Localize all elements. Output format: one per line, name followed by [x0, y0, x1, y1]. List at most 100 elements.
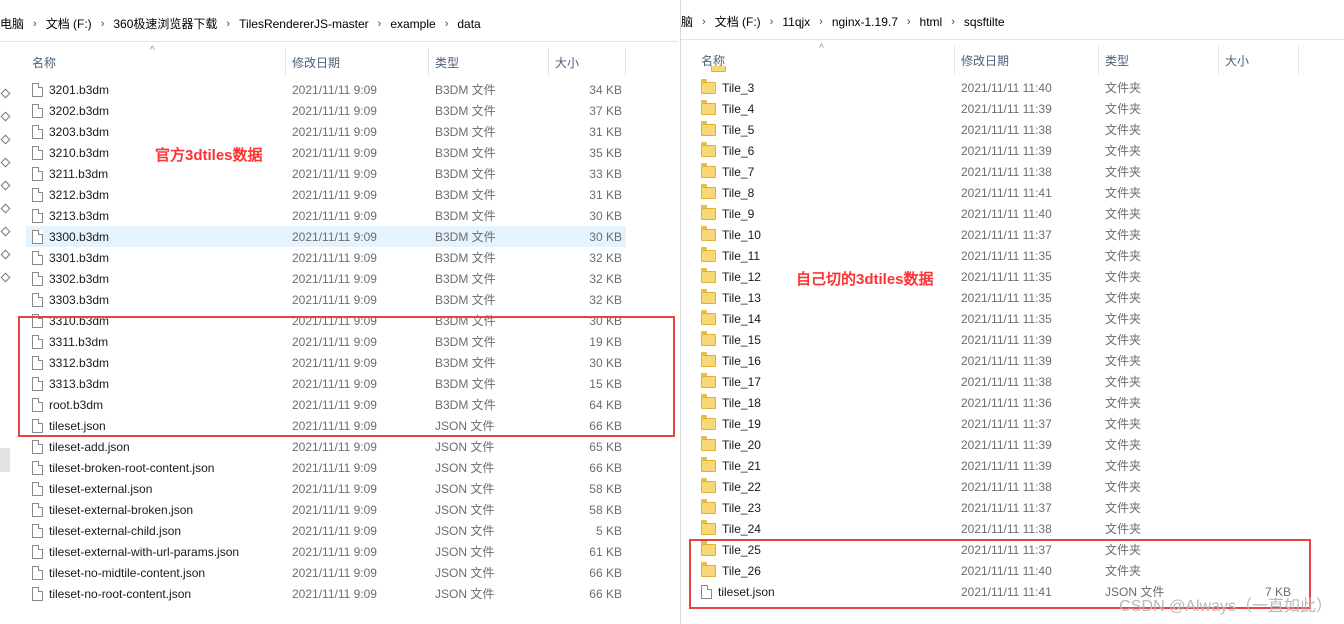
scrollbar-thumb[interactable] — [0, 448, 10, 472]
file-row[interactable]: Tile_6 2021/11/11 11:39 文件夹 — [695, 140, 1295, 161]
column-size[interactable]: 大小 — [549, 48, 626, 76]
chevron-right-icon[interactable]: › — [702, 16, 706, 28]
chevron-right-icon[interactable]: › — [445, 18, 449, 30]
breadcrumb-item[interactable]: TilesRendererJS-master — [239, 17, 369, 31]
file-row[interactable]: Tile_11 2021/11/11 11:35 文件夹 — [695, 245, 1295, 266]
chevron-right-icon[interactable]: › — [101, 18, 105, 30]
file-name-cell[interactable]: 3212.b3dm — [26, 184, 286, 205]
file-name-cell[interactable]: Tile_22 — [695, 476, 955, 497]
file-row[interactable]: 3211.b3dm 2021/11/11 9:09 B3DM 文件 33 KB — [26, 163, 626, 184]
column-type[interactable]: 类型 — [1099, 46, 1219, 74]
file-row[interactable]: Tile_13 2021/11/11 11:35 文件夹 — [695, 287, 1295, 308]
file-name-cell[interactable]: tileset-external-with-url-params.json — [26, 541, 286, 562]
breadcrumb-item[interactable]: 文档 (F:) — [46, 15, 92, 32]
file-name-cell[interactable]: tileset-no-midtile-content.json — [26, 562, 286, 583]
breadcrumb-item[interactable]: example — [390, 17, 435, 31]
file-name-cell[interactable]: Tile_5 — [695, 119, 955, 140]
file-row[interactable]: tileset-broken-root-content.json 2021/11/… — [26, 457, 626, 478]
chevron-right-icon[interactable]: › — [819, 16, 823, 28]
file-row[interactable]: Tile_12 2021/11/11 11:35 文件夹 — [695, 266, 1295, 287]
pin-icon[interactable] — [1, 182, 9, 190]
column-date[interactable]: 修改日期 — [955, 46, 1099, 74]
pin-icon[interactable] — [1, 159, 9, 167]
file-name-cell[interactable]: Tile_14 — [695, 308, 955, 329]
file-name-cell[interactable]: Tile_4 — [695, 98, 955, 119]
breadcrumb-item[interactable]: 文档 (F:) — [715, 13, 761, 30]
file-row[interactable]: tileset-add.json 2021/11/11 9:09 JSON 文件 65… — [26, 436, 626, 457]
file-name-cell[interactable]: 3302.b3dm — [26, 268, 286, 289]
file-name-cell[interactable]: Tile_20 — [695, 434, 955, 455]
column-date[interactable]: 修改日期 — [286, 48, 429, 76]
file-name-cell[interactable]: Tile_19 — [695, 413, 955, 434]
column-type[interactable]: 类型 — [429, 48, 549, 76]
file-row[interactable]: Tile_23 2021/11/11 11:37 文件夹 — [695, 497, 1295, 518]
file-name-cell[interactable]: Tile_15 — [695, 329, 955, 350]
file-row[interactable]: tileset-external.json 2021/11/11 9:09 JSON… — [26, 478, 626, 499]
file-row[interactable]: Tile_7 2021/11/11 11:38 文件夹 — [695, 161, 1295, 182]
file-name-cell[interactable]: 3303.b3dm — [26, 289, 286, 310]
chevron-right-icon[interactable]: › — [226, 18, 230, 30]
file-name-cell[interactable]: Tile_21 — [695, 455, 955, 476]
file-row[interactable]: Tile_14 2021/11/11 11:35 文件夹 — [695, 308, 1295, 329]
file-row[interactable]: Tile_9 2021/11/11 11:40 文件夹 — [695, 203, 1295, 224]
file-row[interactable]: Tile_5 2021/11/11 11:38 文件夹 — [695, 119, 1295, 140]
file-row[interactable]: tileset-external-broken.json 2021/11/11 9… — [26, 499, 626, 520]
pin-icon[interactable] — [1, 205, 9, 213]
file-row[interactable]: 3301.b3dm 2021/11/11 9:09 B3DM 文件 32 KB — [26, 247, 626, 268]
address-bar[interactable]: 脑 › 文档 (F:) › 11qjx › nginx-1.19.7 › html › sqsfti… — [681, 4, 1344, 40]
file-name-cell[interactable]: 3203.b3dm — [26, 121, 286, 142]
file-row[interactable]: 3212.b3dm 2021/11/11 9:09 B3DM 文件 31 KB — [26, 184, 626, 205]
file-name-cell[interactable]: tileset-external-broken.json — [26, 499, 286, 520]
file-name-cell[interactable]: tileset-no-root-content.json — [26, 583, 286, 604]
file-row[interactable]: Tile_15 2021/11/11 11:39 文件夹 — [695, 329, 1295, 350]
column-name[interactable]: ^ 名称 — [695, 43, 955, 74]
file-name-cell[interactable]: Tile_18 — [695, 392, 955, 413]
file-row[interactable]: 3210.b3dm 2021/11/11 9:09 B3DM 文件 35 KB — [26, 142, 626, 163]
file-row[interactable]: tileset-external-with-url-params.json 202… — [26, 541, 626, 562]
file-row[interactable]: tileset-no-root-content.json 2021/11/11 9… — [26, 583, 626, 604]
pin-icon[interactable] — [1, 228, 9, 236]
file-row[interactable]: Tile_22 2021/11/11 11:38 文件夹 — [695, 476, 1295, 497]
breadcrumb-item[interactable]: data — [457, 17, 480, 31]
file-name-cell[interactable]: Tile_13 — [695, 287, 955, 308]
file-row[interactable]: Tile_3 2021/11/11 11:40 文件夹 — [695, 77, 1295, 98]
file-name-cell[interactable]: 3300.b3dm — [26, 226, 286, 247]
chevron-right-icon[interactable]: › — [951, 16, 955, 28]
file-row[interactable]: Tile_17 2021/11/11 11:38 文件夹 — [695, 371, 1295, 392]
file-row[interactable]: tileset-external-child.json 2021/11/11 9:… — [26, 520, 626, 541]
file-row[interactable]: 3300.b3dm 2021/11/11 9:09 B3DM 文件 30 KB — [26, 226, 626, 247]
breadcrumb-item[interactable]: 电脑 — [0, 15, 24, 32]
file-row[interactable]: Tile_21 2021/11/11 11:39 文件夹 — [695, 455, 1295, 476]
file-name-cell[interactable]: Tile_8 — [695, 182, 955, 203]
file-name-cell[interactable]: Tile_3 — [695, 77, 955, 98]
file-name-cell[interactable]: 3301.b3dm — [26, 247, 286, 268]
file-row[interactable]: 3213.b3dm 2021/11/11 9:09 B3DM 文件 30 KB — [26, 205, 626, 226]
pin-icon[interactable] — [1, 251, 9, 259]
file-row[interactable]: Tile_16 2021/11/11 11:39 文件夹 — [695, 350, 1295, 371]
file-row[interactable]: 3303.b3dm 2021/11/11 9:09 B3DM 文件 32 KB — [26, 289, 626, 310]
column-size[interactable]: 大小 — [1219, 46, 1299, 74]
file-row[interactable]: 3202.b3dm 2021/11/11 9:09 B3DM 文件 37 KB — [26, 100, 626, 121]
pin-icon[interactable] — [1, 136, 9, 144]
chevron-right-icon[interactable]: › — [33, 18, 37, 30]
file-name-cell[interactable]: 3211.b3dm — [26, 163, 286, 184]
file-name-cell[interactable]: tileset-external-child.json — [26, 520, 286, 541]
chevron-right-icon[interactable]: › — [907, 16, 911, 28]
pin-icon[interactable] — [1, 274, 9, 282]
file-name-cell[interactable]: 3213.b3dm — [26, 205, 286, 226]
file-name-cell[interactable]: Tile_10 — [695, 224, 955, 245]
breadcrumb-item[interactable]: sqsftilte — [964, 15, 1005, 29]
file-name-cell[interactable]: tileset-add.json — [26, 436, 286, 457]
file-row[interactable]: Tile_10 2021/11/11 11:37 文件夹 — [695, 224, 1295, 245]
breadcrumb-item[interactable]: 360极速浏览器下载 — [113, 15, 217, 32]
file-name-cell[interactable]: tileset-broken-root-content.json — [26, 457, 286, 478]
file-row[interactable]: tileset-no-midtile-content.json 2021/11/1… — [26, 562, 626, 583]
file-row[interactable]: Tile_20 2021/11/11 11:39 文件夹 — [695, 434, 1295, 455]
breadcrumb-item[interactable]: html — [920, 15, 943, 29]
file-row[interactable]: 3201.b3dm 2021/11/11 9:09 B3DM 文件 34 KB — [26, 79, 626, 100]
file-name-cell[interactable]: Tile_11 — [695, 245, 955, 266]
file-name-cell[interactable]: 3201.b3dm — [26, 79, 286, 100]
file-row[interactable]: Tile_4 2021/11/11 11:39 文件夹 — [695, 98, 1295, 119]
file-row[interactable]: Tile_24 2021/11/11 11:38 文件夹 — [695, 518, 1295, 539]
file-row[interactable]: Tile_19 2021/11/11 11:37 文件夹 — [695, 413, 1295, 434]
